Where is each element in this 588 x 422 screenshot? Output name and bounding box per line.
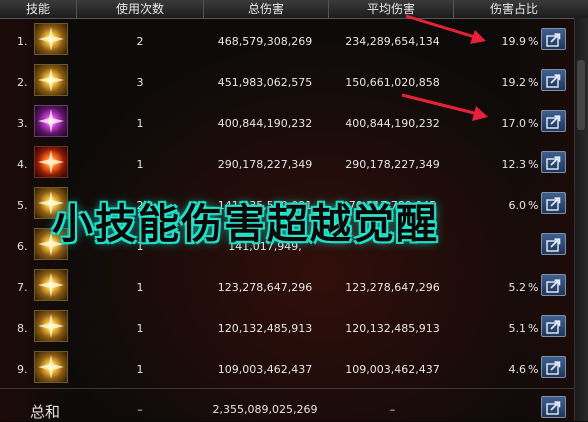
row-total-damage: 120,132,485,913 bbox=[217, 322, 313, 335]
row-uses: 3 bbox=[136, 76, 144, 89]
row-rank: 2. bbox=[17, 76, 28, 89]
table-row: 1. 2 468,579,308,269 234,289,654,134 19.… bbox=[0, 19, 588, 60]
header-uses: 使用次数 bbox=[77, 0, 204, 18]
row-damage-share: 19.2 bbox=[501, 76, 527, 89]
row-avg-damage: 109,003,462,437 bbox=[345, 363, 440, 376]
share-button[interactable] bbox=[541, 356, 566, 378]
row-total-damage: 290,178,227,349 bbox=[217, 158, 313, 171]
table-header: 技能 使用次数 总伤害 平均伤害 伤害占比 bbox=[0, 0, 588, 19]
table-row: 4. 1 290,178,227,349 290,178,227,349 12.… bbox=[0, 142, 588, 183]
share-button[interactable] bbox=[541, 151, 566, 173]
row-uses: 1 bbox=[136, 281, 144, 294]
row-uses: 1 bbox=[136, 363, 144, 376]
row-percent-unit: % bbox=[528, 363, 539, 376]
summary-label: 总和 bbox=[30, 403, 61, 421]
share-export-icon bbox=[546, 401, 561, 415]
header-total-damage: 总伤害 bbox=[204, 0, 329, 18]
share-button[interactable] bbox=[541, 110, 566, 132]
share-export-icon bbox=[546, 361, 561, 375]
table-row: 9. 1 109,003,462,437 109,003,462,437 4.6… bbox=[0, 347, 588, 388]
summary-share-button[interactable] bbox=[541, 396, 566, 418]
row-uses: 1 bbox=[136, 158, 144, 171]
row-percent-unit: % bbox=[528, 76, 539, 89]
row-uses: 1 bbox=[136, 322, 144, 335]
row-rank: 7. bbox=[17, 281, 28, 294]
skill-icon bbox=[34, 310, 68, 342]
summary-avg-damage: – bbox=[389, 403, 396, 416]
row-total-damage: 451,983,062,575 bbox=[217, 76, 313, 89]
row-damage-share: 12.3 bbox=[501, 158, 527, 171]
row-percent-unit: % bbox=[528, 322, 539, 335]
row-rank: 3. bbox=[17, 117, 28, 130]
red-arrow-icon bbox=[405, 14, 486, 44]
row-avg-damage: 290,178,227,349 bbox=[345, 158, 440, 171]
table-row: 2. 3 451,983,062,575 150,661,020,858 19.… bbox=[0, 60, 588, 101]
row-avg-damage: 120,132,485,913 bbox=[345, 322, 440, 335]
skill-icon bbox=[34, 23, 68, 55]
row-damage-share: 5.1 bbox=[508, 322, 527, 335]
header-skill: 技能 bbox=[0, 0, 77, 18]
summary-row: 总和 – 2,355,089,025,269 – bbox=[0, 388, 588, 422]
row-damage-share: 17.0 bbox=[501, 117, 527, 130]
row-rank: 1. bbox=[17, 35, 28, 48]
row-damage-share: 5.2 bbox=[508, 281, 527, 294]
share-button[interactable] bbox=[541, 274, 566, 296]
row-damage-share: 4.6 bbox=[508, 363, 527, 376]
skill-icon bbox=[34, 105, 68, 137]
row-total-damage: 468,579,308,269 bbox=[217, 35, 313, 48]
row-rank: 8. bbox=[17, 322, 28, 335]
row-percent-unit: % bbox=[528, 158, 539, 171]
share-export-icon bbox=[546, 156, 561, 170]
row-avg-damage: 123,278,647,296 bbox=[345, 281, 440, 294]
red-arrow-icon bbox=[401, 93, 488, 121]
overlay-caption: 小技能伤害超越觉醒 bbox=[52, 200, 439, 248]
share-export-icon bbox=[546, 33, 561, 47]
share-button[interactable] bbox=[541, 315, 566, 337]
share-button[interactable] bbox=[541, 28, 566, 50]
share-export-icon bbox=[546, 279, 561, 293]
row-damage-share: 19.9 bbox=[501, 35, 527, 48]
row-percent-unit: % bbox=[528, 281, 539, 294]
row-rank: 4. bbox=[17, 158, 28, 171]
summary-uses: – bbox=[137, 403, 143, 416]
share-export-icon bbox=[546, 320, 561, 334]
skill-icon bbox=[34, 146, 68, 178]
row-rank: 5. bbox=[17, 199, 28, 212]
row-rank: 6. bbox=[17, 240, 28, 253]
share-button[interactable] bbox=[541, 69, 566, 91]
scrollbar-thumb[interactable] bbox=[577, 60, 585, 130]
skill-icon bbox=[34, 269, 68, 301]
table-row: 7. 1 123,278,647,296 123,278,647,296 5.2… bbox=[0, 265, 588, 306]
summary-total-damage: 2,355,089,025,269 bbox=[212, 403, 318, 416]
skill-icon bbox=[34, 64, 68, 96]
table-row: 8. 1 120,132,485,913 120,132,485,913 5.1… bbox=[0, 306, 588, 347]
row-uses: 1 bbox=[136, 117, 144, 130]
share-export-icon bbox=[546, 115, 561, 129]
row-total-damage: 109,003,462,437 bbox=[217, 363, 313, 376]
row-avg-damage: 150,661,020,858 bbox=[345, 76, 440, 89]
row-total-damage: 123,278,647,296 bbox=[217, 281, 313, 294]
table-row: 3. 1 400,844,190,232 400,844,190,232 17.… bbox=[0, 101, 588, 142]
row-uses: 2 bbox=[136, 35, 144, 48]
row-percent-unit: % bbox=[528, 35, 539, 48]
skill-icon bbox=[34, 351, 68, 383]
share-export-icon bbox=[546, 74, 561, 88]
row-total-damage: 400,844,190,232 bbox=[217, 117, 313, 130]
row-rank: 9. bbox=[17, 363, 28, 376]
row-percent-unit: % bbox=[528, 117, 539, 130]
